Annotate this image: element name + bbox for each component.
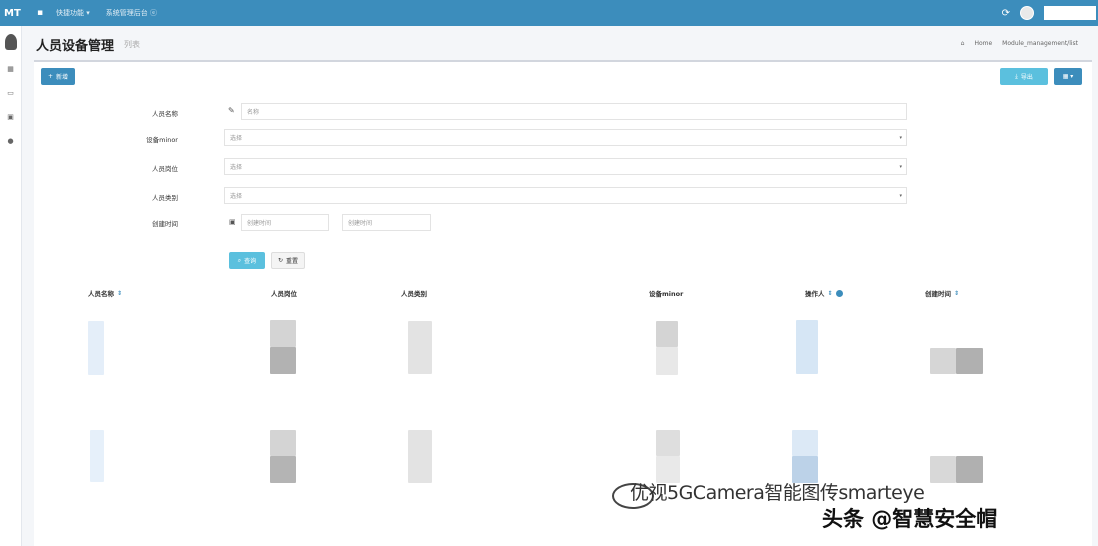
person-name-input[interactable]: 名称 <box>241 103 907 120</box>
breadcrumb-home[interactable]: Home <box>974 40 992 47</box>
col-person-name[interactable]: 人员名称 ⇕ <box>88 288 122 299</box>
nav-item-admin[interactable]: 系统管理后台 ⓔ <box>106 8 157 18</box>
col-person-post[interactable]: 人员岗位 <box>271 288 297 298</box>
download-icon: ⤓ <box>1015 72 1018 80</box>
blurred-cell <box>930 348 956 374</box>
add-button[interactable]: + 新增 <box>41 68 75 85</box>
dashboard-icon[interactable]: ▦ <box>6 64 16 74</box>
blurred-cell <box>90 430 104 482</box>
blurred-cell <box>956 456 983 483</box>
message-icon[interactable]: ▭ <box>6 88 16 98</box>
top-navbar: MT ▪ 快捷功能 ▾ 系统管理后台 ⓔ ⟳ <box>0 0 1098 26</box>
refresh-icon[interactable]: ⟳ <box>1002 8 1010 19</box>
blurred-cell <box>792 430 818 456</box>
sort-icon[interactable]: ⇕ <box>954 290 959 297</box>
search-button[interactable]: ⌕ 查询 <box>229 252 265 269</box>
sidebar-avatar[interactable] <box>4 34 17 50</box>
person-type-select[interactable]: 选择 ▾ <box>224 187 907 204</box>
app-logo[interactable]: MT <box>0 8 30 19</box>
sort-icon[interactable]: ⇕ <box>828 290 833 297</box>
caret-down-icon: ▾ <box>899 192 902 199</box>
sidebar: ▦ ▭ ▣ ● <box>0 26 22 546</box>
help-icon[interactable] <box>835 289 843 297</box>
grid-icon[interactable]: ▣ <box>6 112 16 122</box>
label-create-time: 创建时间 <box>152 220 178 228</box>
page-title: 人员设备管理 <box>36 38 115 54</box>
blurred-cell <box>656 347 678 375</box>
breadcrumb-current: Module_management/list <box>1002 40 1078 47</box>
col-create-time[interactable]: 创建时间 ⇕ <box>925 288 959 299</box>
blurred-cell <box>796 320 818 374</box>
col-person-type[interactable]: 人员类别 <box>401 288 427 298</box>
label-person-type: 人员类别 <box>152 194 178 202</box>
reset-icon: ↻ <box>277 257 283 264</box>
watermark-line-2: 头条 @智慧安全帽 <box>822 507 998 531</box>
blurred-cell <box>656 321 678 347</box>
blurred-cell <box>656 430 680 456</box>
col-device-minor[interactable]: 设备minor <box>649 288 683 298</box>
main-panel: + 新增 ⤓ 导出 ▦ ▾ 人员名称 ✎ 名称 设备minor 选择 ▾ 人员岗… <box>34 60 1092 546</box>
plus-icon: + <box>47 73 53 80</box>
blurred-cell <box>270 430 296 456</box>
user-menu[interactable] <box>1044 6 1096 20</box>
blurred-cell <box>956 348 983 374</box>
end-date-input[interactable]: 创建时间 <box>342 214 431 231</box>
home-icon: ⌂ <box>960 40 965 47</box>
breadcrumb: ⌂ Home Module_management/list <box>961 40 1078 47</box>
caret-down-icon: ▾ <box>899 163 902 170</box>
label-person-post: 人员岗位 <box>152 165 178 173</box>
menu-toggle-icon[interactable]: ▪ <box>30 8 50 18</box>
user-avatar[interactable] <box>1020 6 1034 20</box>
blurred-cell <box>408 321 432 374</box>
caret-down-icon: ▾ <box>899 134 902 141</box>
pencil-icon: ✎ <box>228 106 235 115</box>
calendar-icon: ▣ <box>229 218 236 226</box>
content-header: 人员设备管理 列表 ⌂ Home Module_management/list <box>22 26 1098 62</box>
blurred-cell <box>930 456 956 483</box>
blurred-cell <box>270 320 296 347</box>
person-post-select[interactable]: 选择 ▾ <box>224 158 907 175</box>
label-device-minor: 设备minor <box>146 136 178 144</box>
export-button[interactable]: ⤓ 导出 <box>1000 68 1048 85</box>
page-subtitle: 列表 <box>124 39 141 49</box>
top-nav: 快捷功能 ▾ 系统管理后台 ⓔ <box>56 8 157 18</box>
blurred-cell <box>270 456 296 483</box>
label-person-name: 人员名称 <box>152 110 178 118</box>
col-operator[interactable]: 操作人 ⇕ <box>805 288 843 298</box>
search-icon: ⌕ <box>237 256 242 264</box>
nav-item-quick[interactable]: 快捷功能 ▾ <box>56 8 90 18</box>
sort-icon[interactable]: ⇕ <box>117 290 122 297</box>
reset-button[interactable]: ↻ 重置 <box>271 252 305 269</box>
user-icon[interactable]: ● <box>6 136 16 146</box>
device-minor-select[interactable]: 选择 ▾ <box>224 129 907 146</box>
columns-toggle-button[interactable]: ▦ ▾ <box>1054 68 1082 85</box>
start-date-input[interactable]: 创建时间 <box>241 214 329 231</box>
blurred-cell <box>408 430 432 483</box>
watermark-line-1: 优视5GCamera智能图传smarteye <box>630 482 925 504</box>
blurred-cell <box>270 347 296 374</box>
blurred-cell <box>88 321 104 375</box>
